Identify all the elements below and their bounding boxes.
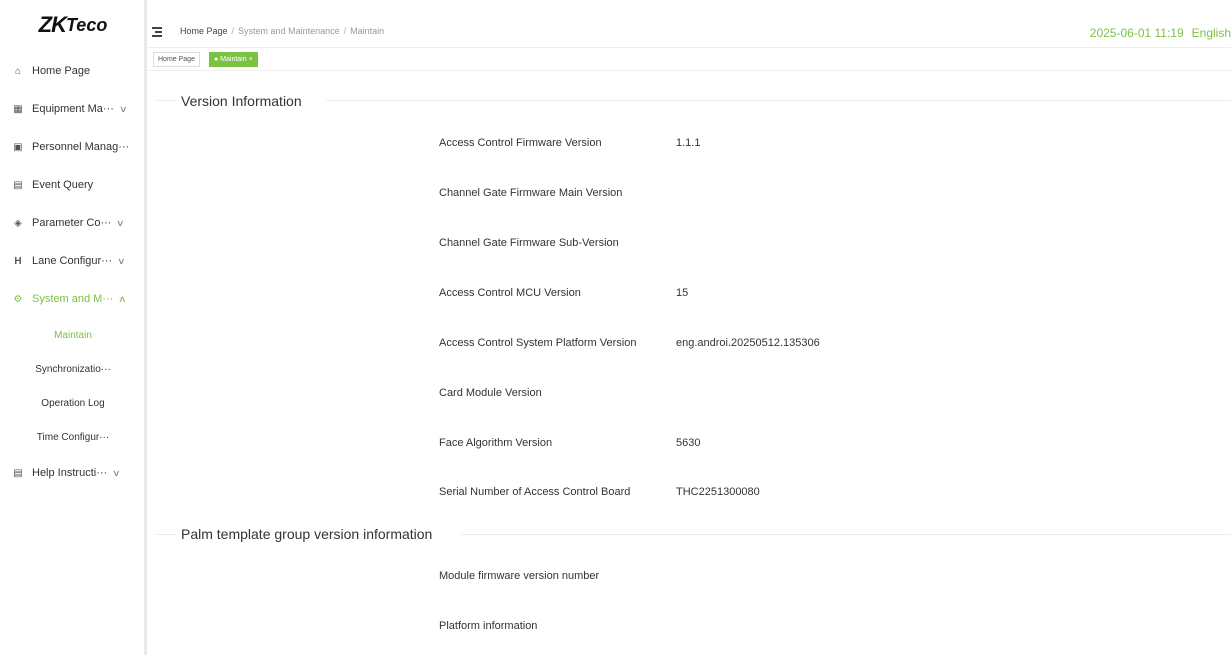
- breadcrumb: Home Page / System and Maintenance / Maintai…: [180, 26, 385, 36]
- label-platform-information: Platform information: [439, 620, 538, 632]
- sidebar-menu: ⌂ Home Page ▦ Equipment Ma··· ∨ ▣ Person…: [0, 52, 146, 492]
- sidebar-item-equipment-management[interactable]: ▦ Equipment Ma··· ∨: [0, 90, 146, 128]
- sidebar-item-help-instructions[interactable]: ▤ Help Instructi··· ∨: [0, 454, 146, 492]
- section-title-version: Version Information: [181, 93, 302, 109]
- person-icon: ▣: [13, 141, 23, 153]
- gear-icon: ⚙: [13, 293, 23, 305]
- breadcrumb-current: Maintain: [350, 26, 385, 36]
- language-selector[interactable]: English: [1192, 26, 1231, 40]
- sidebar-item-parameter-configuration[interactable]: ◈ Parameter Co··· ∨: [0, 204, 146, 242]
- tab-maintain[interactable]: ● Maintain ×: [209, 52, 258, 67]
- sidebar-item-event-query[interactable]: ▤ Event Query: [0, 166, 146, 204]
- sidebar: ZK Teco ⌂ Home Page ▦ Equipment Ma··· ∨ ▣…: [0, 0, 146, 655]
- chevron-down-icon: ∨: [112, 467, 121, 478]
- sidebar-subitem-time-configuration[interactable]: Time Configur···: [0, 420, 146, 454]
- chevron-down-icon: ∨: [116, 217, 126, 228]
- label-channel-gate-sub-version: Channel Gate Firmware Sub-Version: [439, 237, 619, 249]
- clipboard-icon: ▤: [13, 179, 23, 191]
- sidebar-subitem-label: Synchronizatio···: [35, 363, 111, 375]
- value-system-platform-version: eng.androi.20250512.135306: [676, 337, 820, 349]
- breadcrumb-system[interactable]: System and Maintenance: [238, 26, 340, 36]
- help-icon: ▤: [13, 467, 23, 479]
- label-serial-number-board: Serial Number of Access Control Board: [439, 486, 631, 498]
- parameter-icon: ◈: [14, 217, 22, 229]
- sidebar-item-personnel-management[interactable]: ▣ Personnel Manag···: [0, 128, 146, 166]
- divider: [156, 100, 176, 101]
- datetime-display: 2025-06-01 11:19: [1089, 26, 1184, 40]
- value-access-control-firmware-version: 1.1.1: [676, 137, 701, 149]
- value-serial-number-board: THC2251300080: [676, 486, 760, 498]
- sidebar-item-system-and-maintenance[interactable]: ⚙ System and M··· ∧: [0, 280, 146, 318]
- lane-icon: H: [14, 255, 22, 267]
- sidebar-subitem-label: Maintain: [54, 329, 92, 341]
- sidebar-item-label: Lane Configur···: [32, 255, 113, 267]
- section-title-palm: Palm template group version information: [181, 526, 433, 542]
- chevron-up-icon: ∧: [118, 293, 127, 304]
- divider: [326, 100, 1231, 101]
- label-card-module-version: Card Module Version: [439, 387, 542, 399]
- sidebar-subitem-label: Operation Log: [41, 397, 105, 409]
- sidebar-subitem-synchronization[interactable]: Synchronizatio···: [0, 352, 146, 386]
- divider: [461, 534, 1231, 535]
- value-face-algorithm-version: 5630: [676, 437, 701, 449]
- label-access-control-firmware-version: Access Control Firmware Version: [439, 137, 602, 149]
- chevron-down-icon: ∨: [118, 103, 128, 114]
- sidebar-item-label: Event Query: [32, 179, 94, 191]
- sidebar-subitem-maintain[interactable]: Maintain: [0, 318, 146, 352]
- top-header: Home Page / System and Maintenance / Maintai…: [146, 0, 1231, 48]
- main-content: Version Information Access Control Firmw…: [146, 72, 1231, 655]
- sidebar-item-lane-configuration[interactable]: H Lane Configur··· ∨: [0, 242, 146, 280]
- sidebar-item-home-page[interactable]: ⌂ Home Page: [0, 52, 146, 90]
- tab-home-page[interactable]: Home Page: [153, 52, 200, 67]
- sidebar-subitem-operation-log[interactable]: Operation Log: [0, 386, 146, 420]
- sidebar-item-label: Help Instructi···: [32, 467, 108, 479]
- menu-collapse-icon[interactable]: [152, 27, 164, 37]
- header-right: 2025-06-01 11:19 English: [1090, 26, 1231, 40]
- device-icon: ▦: [13, 103, 23, 115]
- sidebar-item-label: Personnel Manag···: [32, 141, 130, 153]
- breadcrumb-home[interactable]: Home Page: [180, 26, 228, 36]
- home-icon: ⌂: [14, 65, 22, 77]
- sidebar-item-label: Parameter Co···: [32, 217, 112, 229]
- value-access-control-mcu-version: 15: [676, 287, 689, 299]
- chevron-down-icon: ∨: [117, 255, 126, 266]
- sidebar-subitem-label: Time Configur···: [36, 431, 110, 443]
- label-module-firmware-version: Module firmware version number: [439, 570, 600, 582]
- sidebar-item-label: Equipment Ma···: [32, 103, 114, 115]
- divider: [156, 534, 176, 535]
- label-face-algorithm-version: Face Algorithm Version: [439, 437, 553, 449]
- sidebar-item-label: Home Page: [32, 65, 91, 77]
- zkteco-logo: ZK Teco: [38, 12, 108, 37]
- label-access-control-mcu-version: Access Control MCU Version: [439, 287, 581, 299]
- tabs-bar: Home Page ● Maintain ×: [146, 49, 1231, 71]
- label-system-platform-version: Access Control System Platform Version: [439, 337, 637, 349]
- label-channel-gate-main-version: Channel Gate Firmware Main Version: [439, 187, 623, 199]
- sidebar-item-label: System and M···: [32, 293, 114, 305]
